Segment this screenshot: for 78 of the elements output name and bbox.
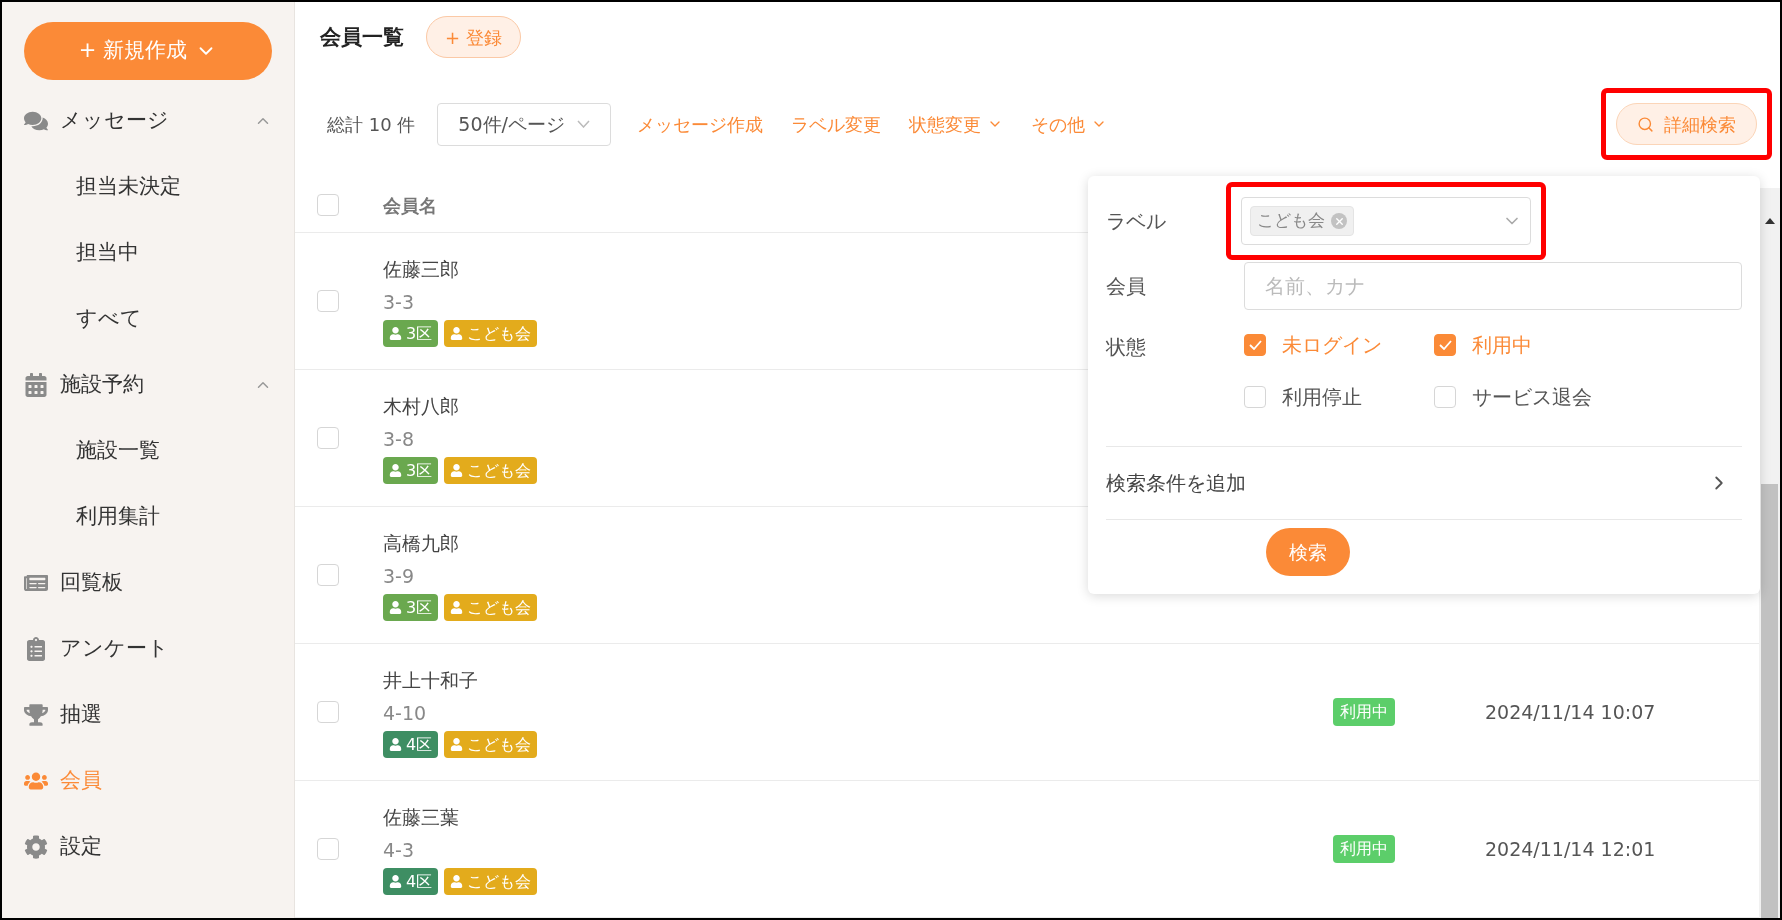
- checkbox[interactable]: [1244, 334, 1266, 356]
- search-icon: [1637, 115, 1654, 133]
- member-name: 佐藤三郎: [383, 257, 459, 282]
- label-tag: 3区: [383, 320, 439, 347]
- chevron-down-icon: [577, 120, 591, 129]
- sidebar-item[interactable]: メッセージ: [2, 88, 294, 154]
- check-icon: [1438, 340, 1452, 350]
- person-icon: [450, 875, 464, 888]
- page-title: 会員一覧: [320, 23, 404, 51]
- date-text: 2024/11/14 12:01: [1485, 836, 1656, 862]
- status-option[interactable]: サービス退会: [1472, 382, 1592, 412]
- status-badge: 利用中: [1333, 698, 1395, 726]
- person-icon: [389, 464, 402, 477]
- label-tag: 4区: [383, 868, 439, 895]
- member-search-field[interactable]: 名前、カナ: [1244, 262, 1742, 310]
- sidebar-subitem[interactable]: すべて: [2, 286, 294, 352]
- settings-icon: [24, 835, 48, 859]
- member-code: 3-9: [383, 563, 415, 589]
- clipboard-icon: [24, 637, 48, 661]
- person-icon: [389, 327, 402, 340]
- label-tag: こども会: [444, 868, 538, 895]
- person-icon: [450, 738, 464, 751]
- sidebar-subitem[interactable]: 担当中: [2, 220, 294, 286]
- add-condition-row[interactable]: 検索条件を追加: [1106, 447, 1742, 519]
- person-icon: [450, 327, 464, 340]
- label-chip: こども会: [1250, 206, 1354, 236]
- sidebar-subitem[interactable]: 利用集計: [2, 484, 294, 550]
- sidebar-item[interactable]: アンケート: [2, 616, 294, 682]
- checkbox[interactable]: [317, 290, 339, 312]
- label-tag: 3区: [383, 457, 439, 484]
- remove-icon[interactable]: [1331, 213, 1347, 229]
- label-tag: 3区: [383, 594, 439, 621]
- check-icon: [1248, 340, 1262, 350]
- label-tag: こども会: [444, 731, 538, 758]
- member-name: 佐藤三葉: [383, 805, 459, 830]
- calendar-icon: [24, 373, 48, 397]
- member-name: 井上十和子: [383, 668, 478, 693]
- checkbox[interactable]: [1434, 334, 1456, 356]
- field-label: 会員: [1106, 273, 1147, 300]
- checkbox[interactable]: [1434, 386, 1456, 408]
- status-badge: 利用中: [1333, 835, 1395, 863]
- member-name: 高橋九郎: [383, 531, 459, 556]
- field-label: 状態: [1106, 334, 1147, 361]
- status-option[interactable]: 利用停止: [1282, 382, 1362, 412]
- label-tag: こども会: [444, 457, 538, 484]
- person-icon: [389, 738, 402, 751]
- label-tag: こども会: [444, 594, 538, 621]
- checkbox[interactable]: [1244, 386, 1266, 408]
- person-icon: [389, 601, 402, 614]
- member-code: 3-8: [383, 426, 415, 452]
- label-tag: こども会: [444, 320, 538, 347]
- member-code: 4-3: [383, 837, 415, 863]
- person-icon: [450, 601, 464, 614]
- sidebar-subitem[interactable]: 施設一覧: [2, 418, 294, 484]
- checkbox[interactable]: [317, 194, 339, 216]
- date-text: 2024/11/14 10:07: [1485, 699, 1656, 725]
- sidebar-subitem[interactable]: 担当未決定: [2, 154, 294, 220]
- sidebar-item[interactable]: 抽選: [2, 682, 294, 748]
- person-icon: [450, 464, 464, 477]
- checkbox[interactable]: [317, 838, 339, 860]
- person-icon: [389, 875, 402, 888]
- member-code: 4-10: [383, 700, 427, 726]
- field-label: ラベル: [1106, 208, 1167, 235]
- member-code: 3-3: [383, 289, 415, 315]
- checkbox[interactable]: [317, 564, 339, 586]
- member-name: 木村八郎: [383, 394, 459, 419]
- column-header: 会員名: [383, 193, 437, 218]
- sidebar-item[interactable]: 設定: [2, 814, 294, 880]
- page-size-select[interactable]: 50件/ページ: [437, 102, 612, 146]
- checkbox[interactable]: [317, 427, 339, 449]
- trophy-icon: [24, 703, 48, 727]
- sidebar-item[interactable]: 施設予約: [2, 352, 294, 418]
- checkbox[interactable]: [317, 701, 339, 723]
- label-tag: 4区: [383, 731, 439, 758]
- scrollbar[interactable]: [1759, 188, 1780, 918]
- total-count: 総計 10 件: [327, 112, 416, 137]
- sidebar-item[interactable]: 回覧板: [2, 550, 294, 616]
- speech-bubbles-icon: [24, 109, 48, 133]
